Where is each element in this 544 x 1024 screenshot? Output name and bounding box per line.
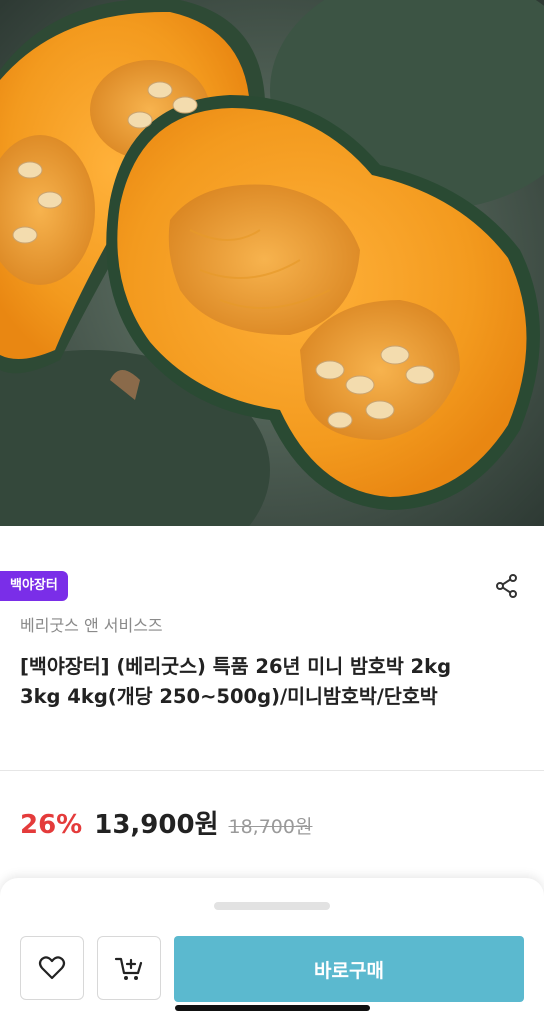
- price-row: 26% 13,900원 18,700원: [20, 804, 312, 844]
- add-to-cart-icon: [114, 957, 143, 980]
- discount-rate: 26%: [20, 810, 83, 840]
- sale-price: 13,900원: [94, 810, 219, 840]
- product-title: [백야장터] (베리굿스) 특품 26년 미니 밤호박 2kg 3kg 4kg(…: [20, 655, 452, 708]
- divider: [0, 770, 544, 771]
- buy-now-button[interactable]: 바로구매: [174, 936, 524, 1002]
- heart-icon: [38, 956, 66, 980]
- original-price: 18,700원: [228, 816, 313, 838]
- home-indicator: [175, 1005, 370, 1011]
- product-image[interactable]: [0, 0, 544, 526]
- share-button[interactable]: [492, 571, 522, 601]
- add-to-cart-button[interactable]: [97, 936, 161, 1000]
- share-icon: [496, 574, 517, 598]
- wishlist-button[interactable]: [20, 936, 84, 1000]
- brand-name[interactable]: 베리굿스 앤 서비스즈: [20, 612, 163, 636]
- seller-badge[interactable]: 백야장터: [0, 571, 68, 601]
- pumpkin-photo: [0, 0, 544, 526]
- sheet-handle[interactable]: [214, 902, 330, 910]
- purchase-bar: 바로구매: [0, 878, 544, 1024]
